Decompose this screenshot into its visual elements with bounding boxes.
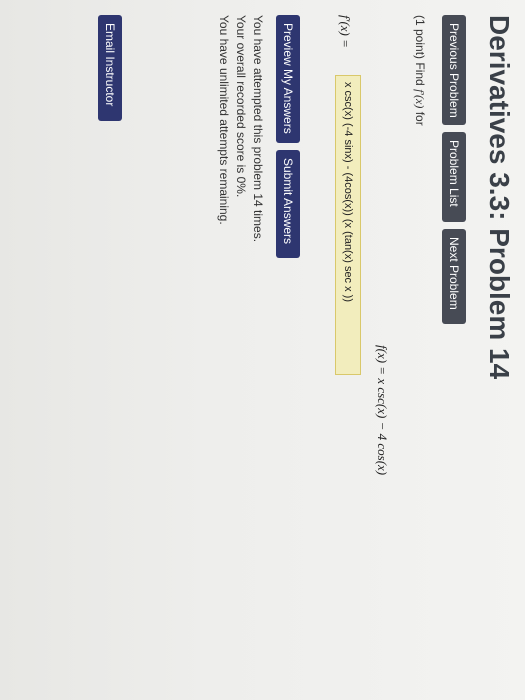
answer-label: f′(x) = [338,15,353,48]
answer-input[interactable]: x csc(x) (-4 sinx) - (4cos(x)) (x (tan(x… [335,75,361,375]
points-label: (1 point) [413,15,427,60]
attempts-text: You have attempted this problem 14 times… [251,15,265,243]
next-problem-button[interactable]: Next Problem [442,229,466,324]
problem-prompt: (1 point) Find f′(x) for [412,15,427,126]
preview-answers-button[interactable]: Preview My Answers [276,15,300,143]
given-function: f(x) = x csc(x) − 4 cos(x) [374,345,390,475]
attempt-status: You have attempted this problem 14 times… [214,15,265,242]
previous-problem-button[interactable]: Previous Problem [442,15,466,125]
page-title: Derivatives 3.3: Problem 14 [484,15,515,380]
problem-page: Derivatives 3.3: Problem 14 Previous Pro… [0,0,525,700]
remaining-text: You have unlimited attempts remaining. [217,15,231,225]
score-text: Your overall recorded score is 0%. [234,15,248,198]
given-expression: f(x) = x csc(x) − 4 cos(x) [375,345,390,476]
find-label: Find [413,62,427,86]
problem-list-button[interactable]: Problem List [442,132,466,222]
find-expression: f′(x) [413,89,427,109]
email-instructor-button[interactable]: Email Instructor [98,15,122,121]
submit-answers-button[interactable]: Submit Answers [276,150,300,258]
for-label: for [413,111,427,126]
